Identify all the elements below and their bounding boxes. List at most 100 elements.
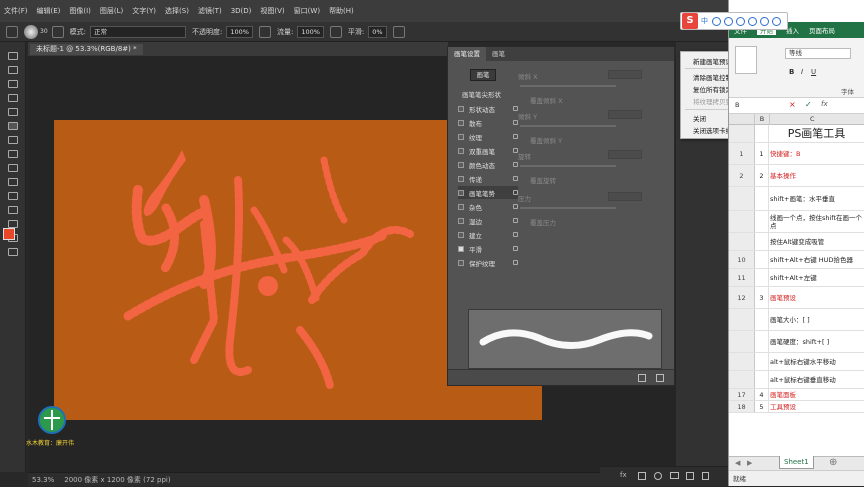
brushes-button[interactable]: 画笔 [470, 69, 496, 81]
row-number[interactable] [729, 233, 755, 250]
cell-c[interactable]: PS画笔工具 [770, 125, 864, 142]
option-wet-edges[interactable]: 湿边 [458, 214, 518, 227]
cell-c[interactable]: 画笔硬度：shift+[ ] [770, 331, 864, 352]
table-row[interactable]: 10 shift+Alt+右键 HUD拾色器 [729, 251, 864, 269]
menu-3d[interactable]: 3D(D) [231, 7, 252, 15]
checkbox[interactable] [458, 189, 464, 196]
cell-b[interactable]: 2 [755, 165, 769, 186]
table-row[interactable]: 2 2 基本操作 [729, 165, 864, 187]
toggle-preview-icon[interactable] [638, 374, 646, 382]
flow-input[interactable]: 100% [297, 25, 324, 38]
crop-tool-icon[interactable] [8, 108, 18, 116]
underline-button[interactable]: U [811, 68, 816, 76]
menu-image[interactable]: 图像(I) [69, 6, 91, 16]
pressure-opacity-icon[interactable] [258, 25, 271, 38]
brush-panel-toggle-icon[interactable] [51, 25, 64, 38]
menu-clear-brush-controls[interactable]: 清除画笔控制 [693, 72, 732, 82]
trash-icon[interactable] [702, 472, 709, 480]
row-number[interactable]: 1 [729, 143, 755, 164]
cell-c[interactable]: 基本操作 [770, 165, 864, 186]
new-layer-icon[interactable] [686, 472, 694, 480]
option-build-up[interactable]: 建立 [458, 228, 518, 241]
cell-c[interactable]: 画笔预设 [770, 287, 864, 308]
stamp-tool-icon[interactable] [8, 136, 18, 144]
tab-brushes[interactable]: 画笔 [486, 47, 511, 61]
table-row[interactable]: 11 shift+Alt+左键 [729, 269, 864, 287]
option-scattering[interactable]: 散布 [458, 116, 518, 129]
cell-c[interactable]: 画笔面板 [770, 389, 864, 400]
sheet-tab-sheet1[interactable]: Sheet1 [779, 456, 814, 469]
history-brush-icon[interactable] [8, 150, 18, 158]
col-header-c[interactable]: C [770, 114, 864, 125]
cell-b[interactable] [755, 211, 769, 232]
cell-b[interactable] [755, 187, 769, 210]
type-tool-icon[interactable] [8, 220, 18, 228]
cell-c[interactable]: shift+Alt+左键 [770, 269, 864, 286]
lasso-tool-icon[interactable] [8, 80, 18, 88]
checkbox[interactable] [458, 147, 464, 154]
cell-b[interactable]: 4 [755, 389, 769, 400]
checkbox[interactable] [458, 133, 464, 140]
menu-help[interactable]: 帮助(H) [329, 6, 354, 16]
brush-tip-shape-header[interactable]: 画笔笔尖形状 [462, 89, 501, 99]
adjustment-icon[interactable] [654, 472, 662, 480]
option-smoothing[interactable]: 平滑 [458, 242, 518, 255]
checkbox[interactable] [458, 203, 464, 210]
function-icon[interactable]: fx [821, 100, 828, 108]
emoji-icon[interactable] [724, 16, 733, 26]
cell-b[interactable]: 1 [755, 143, 769, 164]
cell-b[interactable] [755, 233, 769, 250]
checkbox[interactable] [458, 231, 464, 238]
cancel-icon[interactable]: × [789, 100, 796, 109]
menu-filter[interactable]: 滤镜(T) [198, 6, 222, 16]
foreground-color-swatch[interactable] [3, 228, 15, 240]
lock-icon[interactable] [513, 232, 518, 237]
smooth-settings-icon[interactable] [392, 25, 405, 38]
group-icon[interactable] [670, 472, 679, 479]
marquee-tool-icon[interactable] [8, 66, 18, 74]
row-number[interactable]: 12 [729, 287, 755, 308]
cell-b[interactable]: 5 [755, 401, 769, 412]
cell-b[interactable] [755, 251, 769, 268]
lock-icon[interactable] [513, 162, 518, 167]
font-name-select[interactable]: 等线 [785, 48, 851, 59]
confirm-icon[interactable]: ✓ [805, 100, 812, 109]
cell-c[interactable]: alt+鼠标右键水平移动 [770, 353, 864, 370]
option-protect-texture[interactable]: 保护纹理 [458, 256, 518, 269]
table-row[interactable]: alt+鼠标右键垂直移动 [729, 371, 864, 389]
row-number[interactable] [729, 187, 755, 210]
lock-icon[interactable] [513, 204, 518, 209]
move-tool-icon[interactable] [8, 52, 18, 60]
pen-tool-icon[interactable] [8, 206, 18, 214]
brush-preset-icon[interactable] [24, 24, 38, 39]
table-row[interactable]: 线画一个点，按住shift在画一个点 [729, 211, 864, 233]
cell-c[interactable]: 按住Alt键变成吸管 [770, 233, 864, 250]
col-header-b[interactable]: B [755, 114, 770, 125]
opacity-input[interactable]: 100% [226, 25, 253, 38]
menu-select[interactable]: 选择(S) [165, 6, 189, 16]
checkbox[interactable] [458, 217, 464, 224]
cell-c[interactable]: 工具预设 [770, 401, 864, 412]
cell-b[interactable] [755, 309, 769, 330]
table-row[interactable]: shift+画笔：水平垂直 [729, 187, 864, 211]
row-number[interactable] [729, 211, 755, 232]
ime-language-toggle[interactable]: 中 [701, 16, 708, 26]
table-row[interactable]: 12 3 画笔预设 [729, 287, 864, 309]
table-row[interactable]: 18 5 工具预设 [729, 401, 864, 413]
option-brush-pose[interactable]: 画笔笔势 [458, 186, 518, 199]
checkbox-checked[interactable] [458, 245, 464, 252]
table-row[interactable]: 1 1 快捷键：B [729, 143, 864, 165]
row-number[interactable]: 2 [729, 165, 755, 186]
cell-c[interactable]: 画笔大小：[ ] [770, 309, 864, 330]
menu-window[interactable]: 窗口(W) [294, 6, 320, 16]
option-shape-dynamics[interactable]: 形状动态 [458, 102, 518, 115]
option-dual-brush[interactable]: 双重画笔 [458, 144, 518, 157]
menu-close-tab-group[interactable]: 关闭选项卡组 [693, 125, 732, 135]
brush-tool-icon[interactable] [6, 25, 18, 38]
eraser-tool-icon[interactable] [8, 164, 18, 172]
option-texture[interactable]: 纹理 [458, 130, 518, 143]
prev-sheet-icon[interactable]: ◀ [735, 459, 740, 467]
table-row[interactable]: 画笔大小：[ ] [729, 309, 864, 331]
cell-b[interactable] [755, 269, 769, 286]
select-all-corner[interactable] [729, 114, 755, 125]
